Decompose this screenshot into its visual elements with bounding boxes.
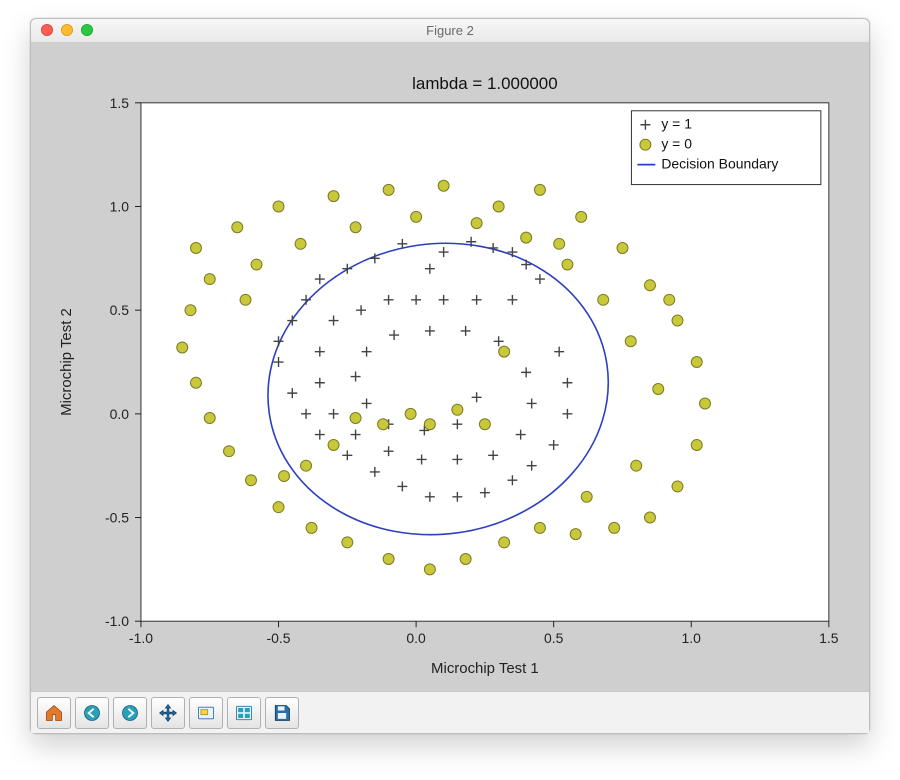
x-axis-label: Microchip Test 1 [431, 660, 539, 677]
arrow-left-icon [82, 703, 102, 723]
svg-text:0.0: 0.0 [110, 406, 130, 422]
figure-window: Figure 2 -1.0 -0.5 0.0 0.5 1.0 1.5 -1.0 -0.5 0.0… [30, 18, 870, 734]
svg-text:-1.0: -1.0 [129, 630, 153, 646]
svg-text:1.0: 1.0 [110, 198, 130, 214]
svg-text:-0.5: -0.5 [105, 510, 129, 526]
save-button[interactable] [265, 697, 299, 729]
svg-text:1.0: 1.0 [682, 630, 702, 646]
save-icon [272, 703, 292, 723]
svg-text:1.5: 1.5 [110, 95, 130, 111]
svg-text:0.0: 0.0 [406, 630, 426, 646]
back-button[interactable] [75, 697, 109, 729]
close-icon[interactable] [41, 24, 53, 36]
minimize-icon[interactable] [61, 24, 73, 36]
figure-toolbar [31, 691, 869, 733]
svg-text:1.5: 1.5 [819, 630, 839, 646]
move-icon [158, 703, 178, 723]
svg-text:0.5: 0.5 [110, 302, 130, 318]
window-title: Figure 2 [31, 23, 869, 38]
pan-button[interactable] [151, 697, 185, 729]
chart-canvas: -1.0 -0.5 0.0 0.5 1.0 1.5 -1.0 -0.5 0.0 0.5 1.0 1.5… [31, 43, 869, 691]
arrow-right-icon [120, 703, 140, 723]
svg-text:y = 1: y = 1 [661, 116, 692, 132]
plot-area: -1.0 -0.5 0.0 0.5 1.0 1.5 -1.0 -0.5 0.0 0.5 1.0 1.5… [31, 43, 869, 691]
svg-text:0.5: 0.5 [544, 630, 564, 646]
config-button[interactable] [227, 697, 261, 729]
svg-text:y = 0: y = 0 [661, 136, 692, 152]
home-button[interactable] [37, 697, 71, 729]
zoom-button[interactable] [189, 697, 223, 729]
subplots-icon [234, 703, 254, 723]
legend: y = 1 y = 0 Decision Boundary [631, 111, 820, 185]
svg-text:-1.0: -1.0 [105, 613, 129, 629]
chart-title: lambda = 1.000000 [412, 74, 558, 93]
zoom-icon[interactable] [81, 24, 93, 36]
svg-text:-0.5: -0.5 [267, 630, 291, 646]
svg-text:Decision Boundary: Decision Boundary [661, 156, 778, 172]
y-axis-label: Microchip Test 2 [58, 308, 75, 416]
forward-button[interactable] [113, 697, 147, 729]
home-icon [44, 703, 64, 723]
zoom-rect-icon [196, 703, 216, 723]
titlebar: Figure 2 [31, 19, 869, 43]
window-controls [41, 24, 93, 36]
